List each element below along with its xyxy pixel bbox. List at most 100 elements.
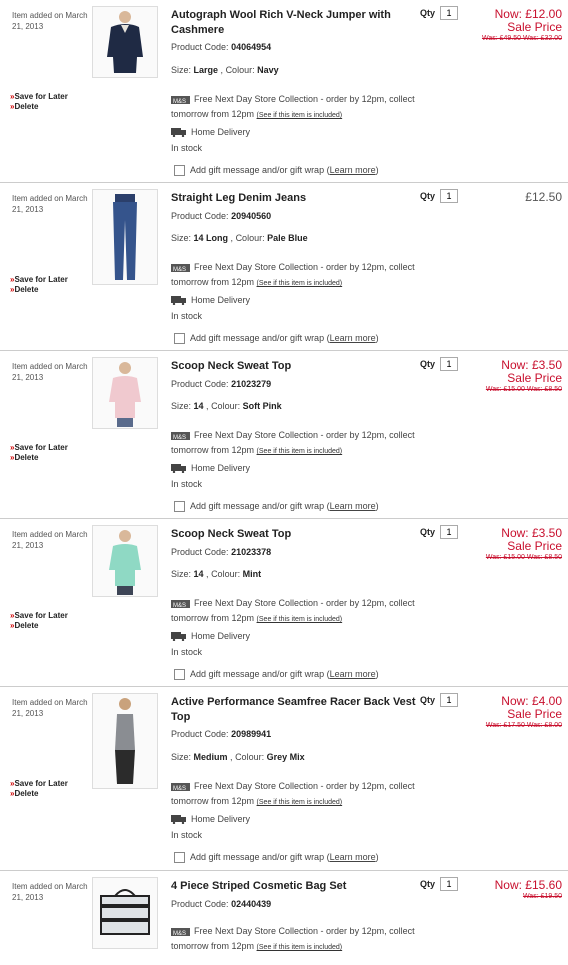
colour-value: Grey Mix [266,752,305,762]
price-block: £12.50 [452,191,562,204]
product-image-sweat-top-mint[interactable] [92,525,158,597]
basket-item: Item added on March 21, 2013 »Save for L… [0,519,568,687]
delivery-van-icon [171,464,187,474]
gift-checkbox[interactable] [174,165,185,177]
save-for-later-link[interactable]: Save for Later [14,611,67,620]
colour-value: Pale Blue [267,233,308,243]
size-label: Size: [171,233,192,243]
stock-status: In stock [171,479,203,489]
store-collection-icon: M&S [171,782,190,792]
product-code-label: Product Code: [171,547,229,557]
product-title[interactable]: Scoop Neck Sweat Top [171,359,416,374]
see-if-included-link[interactable]: (See if this item is included) [257,280,343,287]
size-label: Size: [171,752,192,762]
product-title[interactable]: Autograph Wool Rich V-Neck Jumper with C… [171,8,416,38]
save-for-later-link[interactable]: Save for Later [14,275,67,284]
learn-more-link[interactable]: Learn more [330,165,376,175]
product-image-vest-top[interactable] [92,693,158,789]
product-image-jumper[interactable] [92,6,158,78]
product-title[interactable]: 4 Piece Striped Cosmetic Bag Set [171,879,416,894]
product-title[interactable]: Scoop Neck Sweat Top [171,527,416,542]
delete-link[interactable]: Delete [14,102,38,111]
see-if-included-link[interactable]: (See if this item is included) [257,944,343,951]
sale-price-label: Sale Price [507,539,562,553]
gift-checkbox[interactable] [174,669,185,681]
product-code: 04064954 [231,42,272,52]
qty-control: Qty [420,693,458,707]
product-code-label: Product Code: [171,379,229,389]
product-image-jeans[interactable] [92,189,158,285]
product-code: 02440439 [231,899,272,909]
item-added-date: Item added on March 21, 2013 [12,882,88,902]
qty-control: Qty [420,189,458,203]
stock-status: In stock [171,143,203,153]
svg-text:M&S: M&S [173,786,186,792]
learn-more-link[interactable]: Learn more [330,669,376,679]
learn-more-link[interactable]: Learn more [330,852,376,862]
gift-checkbox[interactable] [174,501,185,513]
gift-checkbox[interactable] [174,333,185,345]
size-value: 14 Long [193,233,229,243]
see-if-included-link[interactable]: (See if this item is included) [257,448,343,455]
learn-more-link[interactable]: Learn more [330,333,376,343]
basket-item: Item added on March 21, 2013 »Save for L… [0,687,568,871]
see-if-included-link[interactable]: (See if this item is included) [257,112,343,119]
size-value: 14 [193,569,204,579]
delete-link[interactable]: Delete [14,285,38,294]
regular-price: £12.50 [525,190,562,204]
stock-status: In stock [171,311,203,321]
product-code: 21023279 [231,379,272,389]
save-for-later-link[interactable]: Save for Later [14,779,67,788]
delete-link[interactable]: Delete [14,453,38,462]
product-code-label: Product Code: [171,729,229,739]
item-actions: »Save for Later »Delete [10,779,68,798]
was-price: Was: £17.50 Was: £8.00 [485,722,562,729]
product-title[interactable]: Straight Leg Denim Jeans [171,191,416,206]
store-collection-info: M&S Free Next Day Store Collection - orde… [171,94,415,119]
item-added-date: Item added on March 21, 2013 [12,530,88,550]
product-image-sweat-top-pink[interactable] [92,357,158,429]
home-delivery-info: Home Delivery [171,631,250,642]
delete-link[interactable]: Delete [14,789,38,798]
colour-value: Soft Pink [242,401,282,411]
size-label: Size: [171,401,192,411]
product-image-cosmetic-bag[interactable] [92,877,158,949]
product-title[interactable]: Active Performance Seamfree Racer Back V… [171,695,416,725]
gift-checkbox[interactable] [174,852,185,864]
was-price: Was: £15.00 Was: £8.50 [485,554,562,561]
see-if-included-link[interactable]: (See if this item is included) [257,616,343,623]
sale-price-label: Sale Price [507,371,562,385]
basket-item: Item added on March 21, 2013 4 Piece Str… [0,871,568,965]
store-collection-icon: M&S [171,431,190,441]
svg-text:M&S: M&S [173,603,186,609]
product-code-label: Product Code: [171,42,229,52]
gift-option: Add gift message and/or gift wrap (Learn… [174,333,379,345]
size-label: Size: [171,65,192,75]
stock-status: In stock [171,647,203,657]
save-for-later-link[interactable]: Save for Later [14,92,67,101]
delete-link[interactable]: Delete [14,621,38,630]
price-block: Now: £3.50 Sale Price Was: £15.00 Was: £… [452,359,562,395]
gift-option: Add gift message and/or gift wrap (Learn… [174,852,379,864]
item-added-date: Item added on March 21, 2013 [12,11,88,31]
qty-control: Qty [420,525,458,539]
delivery-van-icon [171,128,187,138]
save-for-later-link[interactable]: Save for Later [14,443,67,452]
qty-control: Qty [420,357,458,371]
basket-item: Item added on March 21, 2013 »Save for L… [0,351,568,519]
learn-more-link[interactable]: Learn more [330,501,376,511]
was-price: Was: £49.50 Was: £32.00 [481,35,562,42]
svg-text:M&S: M&S [173,99,186,105]
colour-label: Colour: [225,65,255,75]
svg-text:M&S: M&S [173,435,186,441]
home-delivery-info: Home Delivery [171,814,250,825]
gift-option: Add gift message and/or gift wrap (Learn… [174,165,379,177]
was-price: Was: £19.50 [522,893,562,900]
item-actions: »Save for Later »Delete [10,92,68,111]
item-actions: »Save for Later »Delete [10,443,68,462]
see-if-included-link[interactable]: (See if this item is included) [257,799,343,806]
stock-status: In stock [171,830,203,840]
size-value: 14 [193,401,204,411]
store-collection-info: M&S Free Next Day Store Collection - orde… [171,262,415,287]
was-price: Was: £15.00 Was: £8.50 [485,386,562,393]
